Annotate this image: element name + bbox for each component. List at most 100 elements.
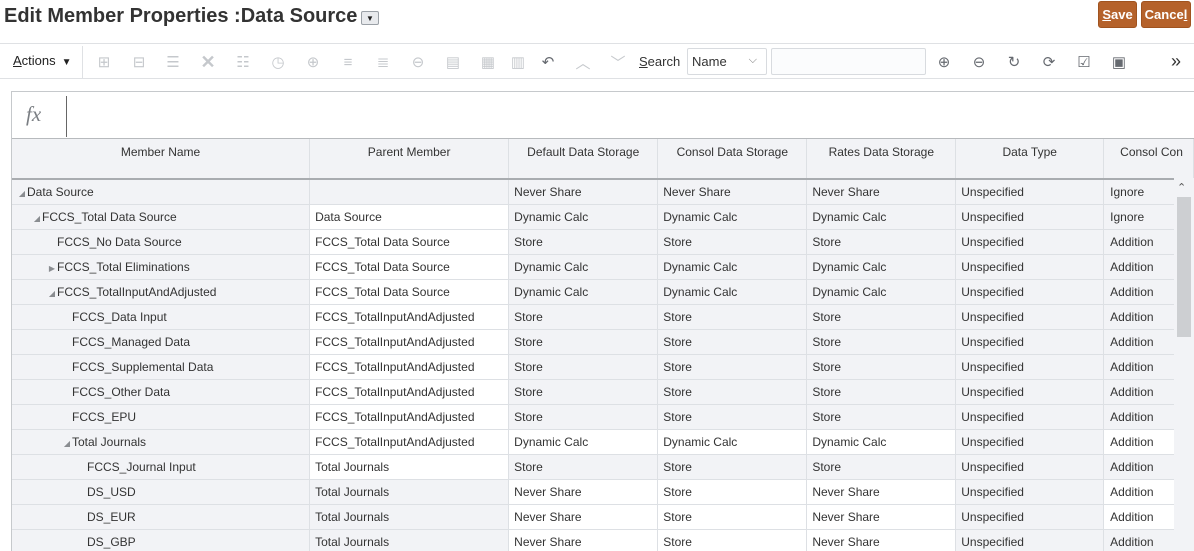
data-type-cell[interactable]: Unspecified	[955, 254, 1105, 280]
parent-cell[interactable]: Data Source	[309, 204, 510, 230]
search-by-select[interactable]: Name ⌵	[687, 48, 767, 75]
member-name-cell[interactable]: ◢ Data Source	[12, 179, 311, 205]
member-name-cell[interactable]: FCCS_Data Input	[12, 304, 311, 330]
rates-storage-cell[interactable]: Never Share	[806, 479, 957, 505]
undo-icon[interactable]: ↶	[538, 52, 558, 72]
parent-cell[interactable]: FCCS_Total Data Source	[309, 229, 510, 255]
consol-storage-cell[interactable]: Store	[657, 379, 808, 405]
parent-cell[interactable]: Total Journals	[309, 454, 510, 480]
table-row[interactable]: ◢ Data Source Never Share Never Share Never …	[12, 179, 1194, 205]
collapse-triangle-icon[interactable]: ◢	[47, 289, 57, 298]
rates-storage-cell[interactable]: Store	[806, 329, 957, 355]
member-name-cell[interactable]: DS_EUR	[12, 504, 311, 530]
next-icon[interactable]: ﹀	[608, 52, 628, 72]
consol-storage-cell[interactable]: Store	[657, 404, 808, 430]
data-type-cell[interactable]: Unspecified	[955, 229, 1105, 255]
add-child-icon[interactable]: ⊞	[94, 52, 114, 72]
table-row[interactable]: FCCS_EPU FCCS_TotalInputAndAdjusted Store S…	[12, 404, 1194, 430]
scrollbar-thumb[interactable]	[1177, 197, 1191, 337]
parent-cell[interactable]: Total Journals	[309, 529, 510, 551]
review-icon[interactable]: ▣	[1109, 52, 1129, 72]
parent-cell[interactable]: FCCS_Total Data Source	[309, 254, 510, 280]
rates-storage-cell[interactable]: Never Share	[806, 179, 957, 205]
column-header[interactable]: Consol Con	[1103, 139, 1194, 180]
default-storage-cell[interactable]: Store	[508, 454, 659, 480]
parent-cell[interactable]: Total Journals	[309, 504, 510, 530]
consol-storage-cell[interactable]: Dynamic Calc	[657, 204, 808, 230]
table-row[interactable]: ◢ Total Journals FCCS_TotalInputAndAdjuste…	[12, 429, 1194, 455]
member-name-cell[interactable]: FCCS_Supplemental Data	[12, 354, 311, 380]
member-name-cell[interactable]: FCCS_No Data Source	[12, 229, 311, 255]
default-storage-cell[interactable]: Dynamic Calc	[508, 204, 659, 230]
rates-storage-cell[interactable]: Store	[806, 304, 957, 330]
default-storage-cell[interactable]: Store	[508, 229, 659, 255]
remove-icon[interactable]: ▦	[478, 52, 498, 72]
add-sibling-icon[interactable]: ⊟	[129, 52, 149, 72]
cut-icon[interactable]: ▤	[443, 52, 463, 72]
table-row[interactable]: FCCS_Journal Input Total Journals Store Sto…	[12, 454, 1194, 480]
consol-storage-cell[interactable]: Store	[657, 479, 808, 505]
table-row[interactable]: FCCS_No Data Source FCCS_Total Data Sourc…	[12, 229, 1194, 255]
collapse-triangle-icon[interactable]: ◢	[32, 214, 42, 223]
data-type-cell[interactable]: Unspecified	[955, 404, 1105, 430]
member-name-cell[interactable]: ◢ FCCS_TotalInputAndAdjusted	[12, 279, 311, 305]
parent-cell[interactable]	[309, 179, 510, 205]
formula-bar[interactable]: fx	[12, 92, 1194, 139]
sync-icon[interactable]: ⟳	[1039, 52, 1059, 72]
table-row[interactable]: ◢ FCCS_Total Data Source Data Source Dynami…	[12, 204, 1194, 230]
data-type-cell[interactable]: Unspecified	[955, 529, 1105, 551]
delete-icon[interactable]: ✕	[198, 52, 218, 72]
table-row[interactable]: DS_EUR Total Journals Never Share Store Neve…	[12, 504, 1194, 530]
move-down-icon[interactable]: ≣	[373, 52, 393, 72]
scroll-up-icon[interactable]: ⌃	[1177, 181, 1186, 194]
data-type-cell[interactable]: Unspecified	[955, 204, 1105, 230]
member-name-cell[interactable]: FCCS_Other Data	[12, 379, 311, 405]
rates-storage-cell[interactable]: Store	[806, 379, 957, 405]
rates-storage-cell[interactable]: Dynamic Calc	[806, 429, 957, 455]
rates-storage-cell[interactable]: Never Share	[806, 529, 957, 551]
history-icon[interactable]: ◷	[268, 52, 288, 72]
collapse-triangle-icon[interactable]: ◢	[17, 189, 27, 198]
default-storage-cell[interactable]: Dynamic Calc	[508, 429, 659, 455]
parent-cell[interactable]: FCCS_TotalInputAndAdjusted	[309, 429, 510, 455]
default-storage-cell[interactable]: Dynamic Calc	[508, 279, 659, 305]
consol-storage-cell[interactable]: Store	[657, 329, 808, 355]
consol-storage-cell[interactable]: Dynamic Calc	[657, 279, 808, 305]
parent-cell[interactable]: Total Journals	[309, 479, 510, 505]
parent-cell[interactable]: FCCS_TotalInputAndAdjusted	[309, 404, 510, 430]
actions-menu[interactable]: Actions ▼	[13, 53, 72, 68]
rates-storage-cell[interactable]: Store	[806, 354, 957, 380]
data-type-cell[interactable]: Unspecified	[955, 179, 1105, 205]
table-row[interactable]: DS_GBP Total Journals Never Share Store Neve…	[12, 529, 1194, 551]
consol-storage-cell[interactable]: Store	[657, 229, 808, 255]
consol-storage-cell[interactable]: Store	[657, 454, 808, 480]
rates-storage-cell[interactable]: Dynamic Calc	[806, 279, 957, 305]
default-storage-cell[interactable]: Store	[508, 354, 659, 380]
member-name-cell[interactable]: FCCS_Journal Input	[12, 454, 311, 480]
consol-storage-cell[interactable]: Store	[657, 354, 808, 380]
default-storage-cell[interactable]: Never Share	[508, 479, 659, 505]
column-header[interactable]: Data Type	[955, 139, 1105, 180]
edit-member-icon[interactable]: ☰	[163, 52, 183, 72]
previous-icon[interactable]: ︿	[573, 52, 593, 72]
column-header[interactable]: Rates Data Storage	[806, 139, 957, 180]
data-type-cell[interactable]: Unspecified	[955, 329, 1105, 355]
rates-storage-cell[interactable]: Store	[806, 454, 957, 480]
default-storage-cell[interactable]: Never Share	[508, 529, 659, 551]
refresh-icon[interactable]: ↻	[1004, 52, 1024, 72]
table-row[interactable]: DS_USD Total Journals Never Share Store Neve…	[12, 479, 1194, 505]
table-row[interactable]: FCCS_Other Data FCCS_TotalInputAndAdjuste…	[12, 379, 1194, 405]
consol-storage-cell[interactable]: Store	[657, 304, 808, 330]
table-row[interactable]: FCCS_Supplemental Data FCCS_TotalInputAnd…	[12, 354, 1194, 380]
default-storage-cell[interactable]: Store	[508, 304, 659, 330]
member-name-cell[interactable]: DS_USD	[12, 479, 311, 505]
columns-icon[interactable]: ▥	[508, 52, 528, 72]
column-header[interactable]: Consol Data Storage	[657, 139, 808, 180]
consol-storage-cell[interactable]: Dynamic Calc	[657, 254, 808, 280]
search-input[interactable]	[771, 48, 926, 75]
rates-storage-cell[interactable]: Store	[806, 229, 957, 255]
zoom-in-ancestors-icon[interactable]: ⊕	[934, 52, 954, 72]
overflow-menu-button[interactable]: »	[1171, 51, 1181, 72]
column-header[interactable]: Default Data Storage	[508, 139, 659, 180]
data-type-cell[interactable]: Unspecified	[955, 504, 1105, 530]
